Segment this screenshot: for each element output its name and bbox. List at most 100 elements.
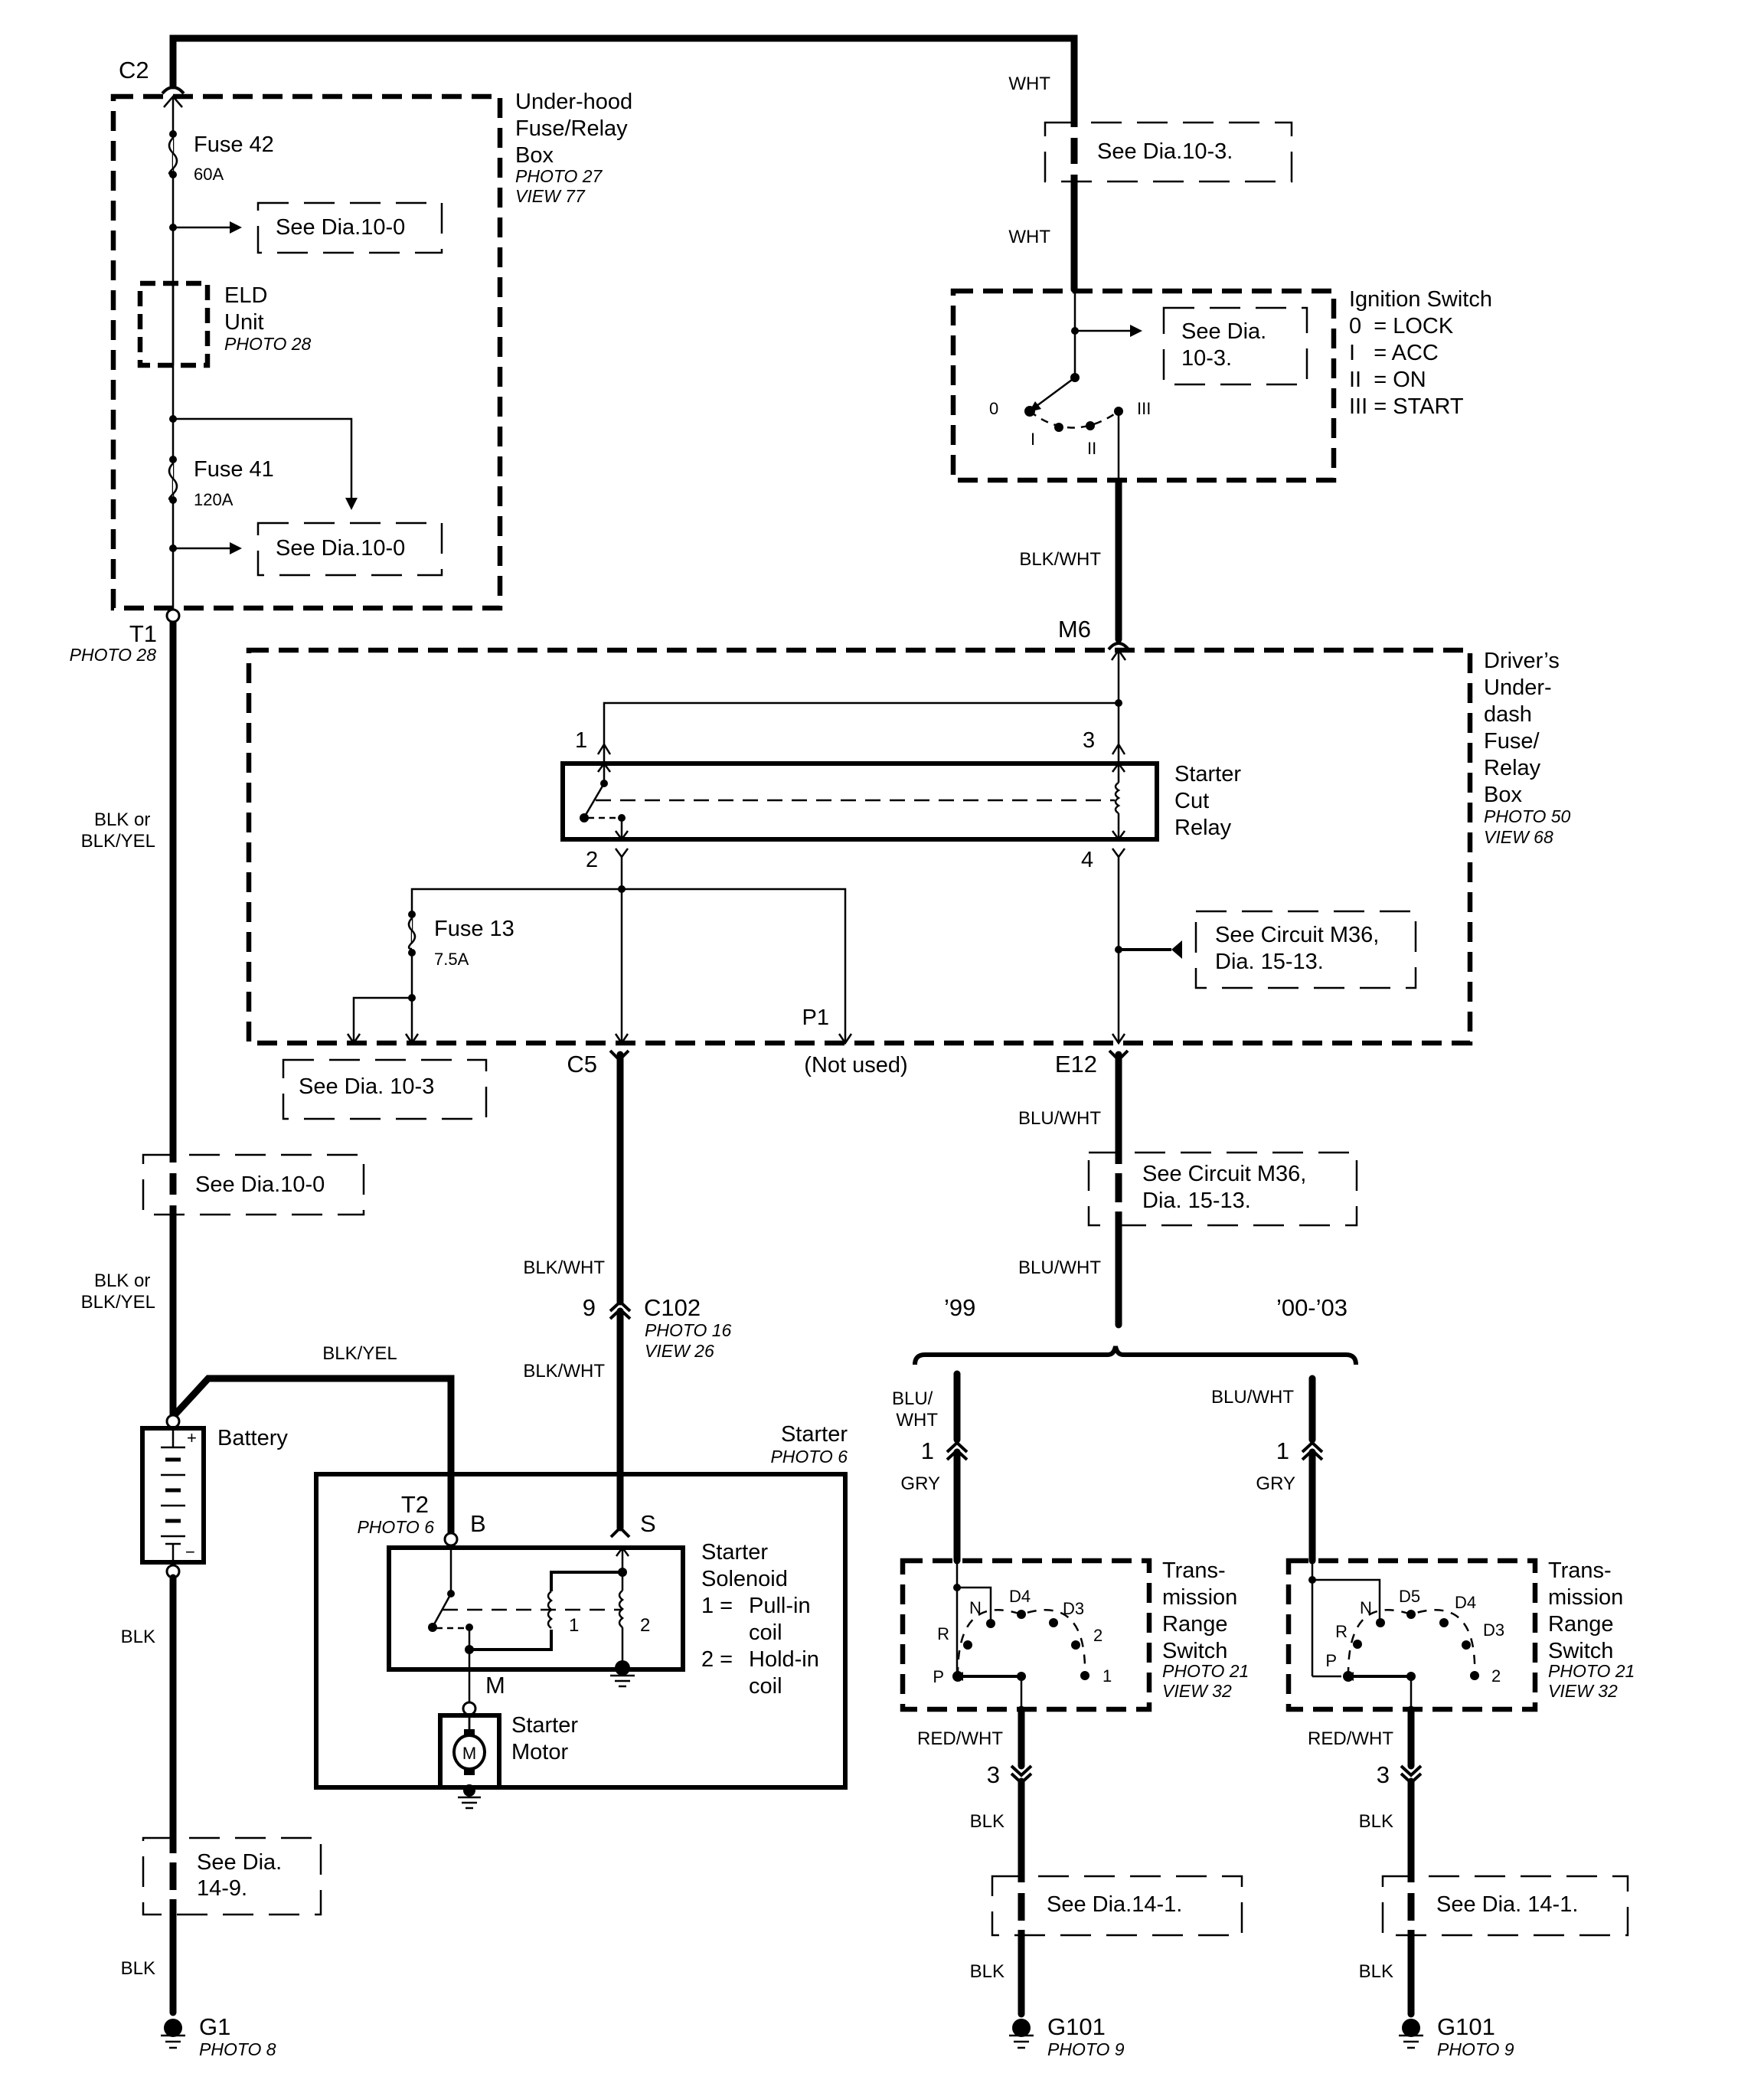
c5-starter-wire: BLK/WHT 9 C102 PHOTO 16 VIEW 26 BLK/WHT [523,1051,732,1532]
pos-label: N [969,1598,982,1617]
fuse-rating: 7.5A [434,950,469,969]
eld-unit: ELD Unit PHOTO 28 [137,280,312,368]
wire-color-label: BLU/WHT [1018,1108,1101,1129]
ref-text: See Dia.10-3. [1097,139,1233,164]
position-d4 [1017,1610,1026,1619]
pos-label: D3 [1483,1620,1504,1640]
see-dia-ref[interactable]: See Dia. 10-3. [1162,306,1308,386]
ground-label: G1 [199,2013,230,2040]
wire-wht [169,34,1078,293]
position-n [1376,1618,1385,1627]
terminal-m-label: M [485,1672,505,1699]
wire-color-label: BLK [970,1811,1004,1832]
pos-label: D5 [1399,1587,1420,1606]
fuse-41: Fuse 41 120A [168,456,274,509]
pin-label: 3 [987,1761,1000,1788]
starter: Starter PHOTO 6 T2 PHOTO 6 B S 1 2 Start… [314,1422,848,1810]
box-outline [246,647,1473,1046]
wire-color-label: BLK [1359,1811,1393,1832]
pos-label: 0 [989,399,998,418]
wire-color-label: BLK/YEL [322,1343,397,1364]
fuse-name: Fuse 41 [194,457,274,482]
pin-label: 1 [921,1437,934,1464]
pos-label: R [937,1624,949,1643]
c102-label: C102 [644,1294,701,1321]
ground-photo: PHOTO 9 [1437,2039,1514,2059]
see-dia-ref[interactable]: See Dia.10-3. [1044,121,1293,183]
under-hood-fuse-relay-box: Under-hood Fuse/Relay Box PHOTO 27 VIEW … [110,90,632,611]
pos-label: I [1031,430,1035,449]
ref-text: See Dia. 14-1. [1436,1892,1578,1917]
solenoid-outline [387,1545,685,1672]
position-2 [1470,1671,1479,1680]
wire-color-label: RED/WHT [917,1728,1003,1749]
wire-color-label: BLU/WHT [1018,1257,1101,1278]
terminal-s-symbol [609,1525,631,1539]
switch-name: Trans- mission Range Switch [1548,1558,1629,1663]
pos-label: D4 [1009,1587,1031,1606]
see-circuit-ref[interactable]: See Circuit M36, Dia. 15-13. [1194,910,1417,989]
relay-coil-icon [1114,781,1121,815]
ground-photo: PHOTO 9 [1047,2039,1125,2059]
c102-view: VIEW 26 [645,1341,714,1361]
pos-label: P [933,1667,944,1686]
relay-pin: 1 [575,728,587,753]
c102-photo: PHOTO 16 [645,1320,732,1340]
wire-color-label: WHT [1008,227,1050,247]
year-bracket [913,1346,1358,1365]
eld-photo: PHOTO 28 [224,334,312,354]
terminal-t2 [443,1532,459,1547]
position-n [986,1619,995,1628]
connector-e12-label: E12 [1055,1051,1097,1077]
fuse-rating: 120A [194,490,234,509]
solenoid-name: Starter Solenoid [701,1540,788,1591]
coil-label: 1 [569,1615,579,1636]
see-dia-ref[interactable]: See Dia. 14-1. [1381,1875,1629,1937]
pos-label: P [1325,1651,1337,1670]
photo-ref: PHOTO 21 [1548,1661,1635,1681]
photo-ref: PHOTO 50 [1484,806,1571,826]
wire-color-label: RED/WHT [1308,1728,1393,1749]
battery-minus: − [185,1542,195,1561]
starter-photo: PHOTO 6 [770,1447,848,1467]
fuse-name: Fuse 42 [194,132,274,157]
motor-symbol: M [462,1744,476,1763]
e12-branch: BLU/WHT See Circuit M36, Dia. 15-13. BLU… [913,1051,1358,1365]
pos-label: II [1087,439,1096,458]
wire-color-label: WHT [1008,74,1050,94]
position-r [1353,1640,1362,1649]
see-dia-ref[interactable]: See Dia. 10-3 [282,1058,488,1120]
ignition-legend: 0 = LOCK I = ACC II = ON III = START [0,0,1497,419]
t2-photo: PHOTO 6 [357,1517,434,1537]
pos-label: R [1335,1622,1348,1641]
pos-label: 2 [1093,1626,1102,1645]
terminal-b-label: B [470,1510,486,1537]
ref-text: See Dia. 14-9. [197,1850,288,1901]
wire-color-label: BLU/WHT [1211,1387,1294,1408]
arrow-icon [230,542,242,554]
ground-label: G101 [1047,2013,1106,2040]
connector-m6-label: M6 [1058,616,1091,643]
ref-text: See Dia. 10-3 [299,1074,434,1099]
trans-range-switch-99: BLU/ WHT 1 GRY P R N D4 D3 2 1 Trans- mi… [892,1370,1249,2059]
arrow-icon [1171,940,1182,959]
see-dia-ref[interactable]: See Dia.14-1. [991,1875,1243,1937]
wire-color-label: BLK [970,1961,1004,1982]
see-circuit-ref[interactable]: See Circuit M36, Dia. 15-13. [1087,1151,1358,1227]
see-dia-ref[interactable]: See Dia.10-0 [256,201,443,254]
pos-label: III [1137,399,1151,418]
drivers-underdash-fuse-relay-box: Driver’s Under- dash Fuse/ Relay Box PHO… [246,647,1571,1046]
p1-note: (Not used) [804,1053,907,1077]
position-d4 [1439,1618,1449,1627]
position-d5 [1406,1610,1416,1619]
photo-ref: PHOTO 27 [515,166,603,186]
battery: + − Battery [140,1426,288,1565]
position-d3 [1462,1640,1471,1650]
ground-g101: G101 PHOTO 9 [1009,2013,1125,2059]
starter-label: Starter [781,1422,848,1447]
wire-color-label: BLK/WHT [523,1257,605,1278]
motor-name: Starter Motor [511,1713,584,1764]
see-dia-ref[interactable]: See Dia.10-0 [256,522,443,577]
wire-color-label: BLK [1359,1961,1393,1982]
position-2 [1071,1640,1080,1650]
